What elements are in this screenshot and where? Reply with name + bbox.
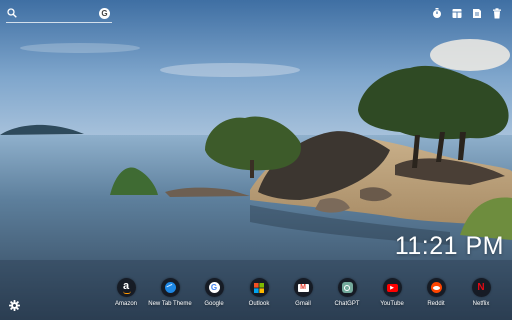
app-new-tab-theme[interactable]: New Tab Theme	[148, 278, 192, 307]
app-label: ChatGPT	[334, 301, 360, 307]
app-label: New Tab Theme	[148, 301, 192, 307]
amazon-icon: a	[116, 278, 136, 297]
app-label: Google	[204, 301, 224, 307]
app-google[interactable]: G Google	[192, 278, 236, 307]
app-youtube[interactable]: ▶ YouTube	[370, 278, 414, 307]
app-amazon[interactable]: a Amazon	[104, 278, 148, 307]
grid-icon[interactable]	[452, 8, 462, 19]
app-netflix[interactable]: N Netflix	[459, 278, 503, 307]
search-engine-google-icon[interactable]: G	[99, 8, 110, 19]
app-label: Amazon	[114, 301, 137, 307]
search-icon	[7, 8, 17, 18]
google-icon: G	[204, 278, 224, 297]
app-label: Gmail	[295, 301, 311, 307]
chatgpt-icon	[337, 278, 357, 297]
app-shortcuts: a Amazon New Tab Theme G Google Outlook	[104, 278, 510, 312]
search-input[interactable]	[22, 7, 102, 21]
clock-time: 11:21 PM	[394, 232, 504, 260]
youtube-icon: ▶	[382, 278, 402, 297]
reddit-icon	[426, 278, 446, 297]
outlook-icon	[249, 278, 269, 297]
app-outlook[interactable]: Outlook	[237, 278, 281, 307]
trash-icon[interactable]	[492, 8, 502, 19]
gear-icon[interactable]	[9, 300, 20, 311]
netflix-icon: N	[471, 278, 491, 297]
gmail-icon: M	[293, 278, 313, 297]
app-label: Netflix	[472, 301, 490, 307]
search-bar[interactable]: G	[6, 7, 112, 23]
windows-logo-icon	[254, 282, 264, 293]
wallpaper	[0, 0, 512, 320]
note-icon[interactable]	[472, 8, 482, 19]
app-label: Outlook	[248, 301, 270, 307]
app-gmail[interactable]: M Gmail	[281, 278, 325, 307]
timer-icon[interactable]	[432, 8, 442, 19]
app-chatgpt[interactable]: ChatGPT	[325, 278, 369, 307]
app-label: Reddit	[427, 301, 445, 307]
new-tab-theme-icon	[160, 278, 180, 297]
top-toolbar	[432, 8, 502, 19]
app-reddit[interactable]: Reddit	[414, 278, 458, 307]
app-label: YouTube	[380, 301, 404, 307]
